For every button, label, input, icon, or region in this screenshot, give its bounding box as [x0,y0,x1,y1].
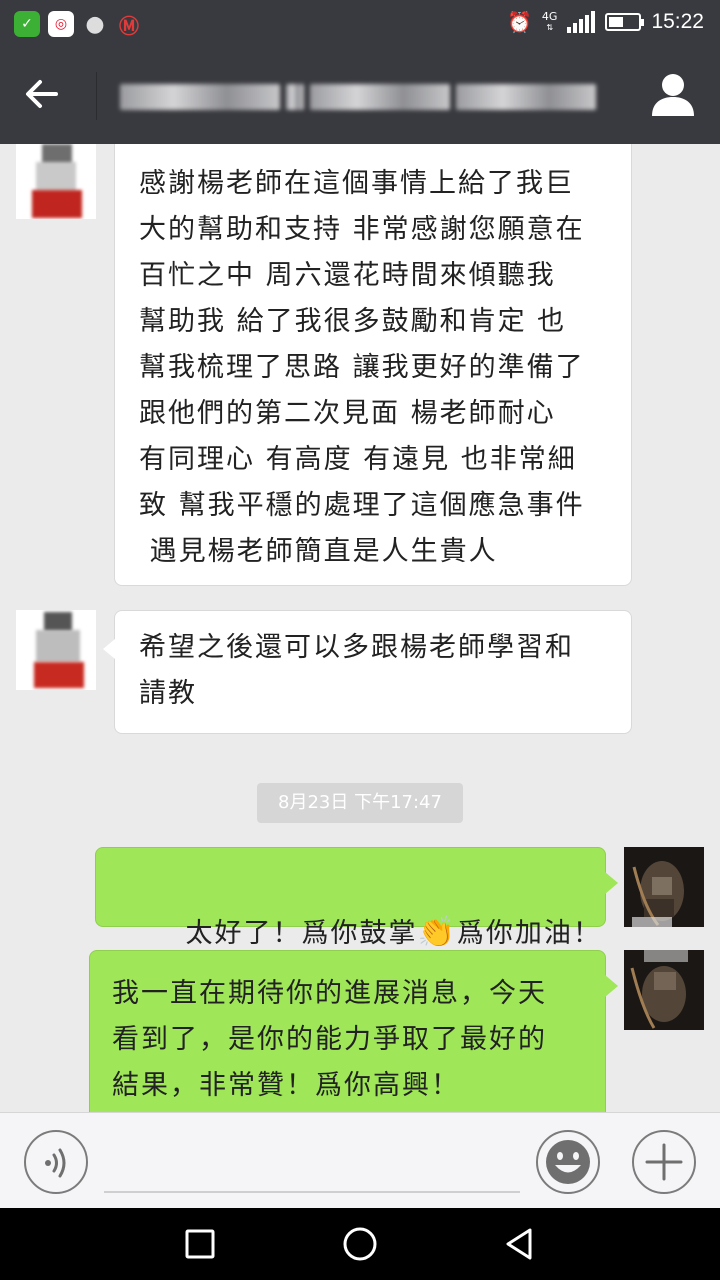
recents-button[interactable] [180,1224,220,1264]
message-text: 希望之後還可以多跟楊老師學習和 請教 [139,632,574,709]
recents-square-icon [185,1229,215,1259]
plus-icon [645,1143,683,1181]
status-indicators: ⏰ 4G ⇅ 15:22 [507,10,704,34]
clapping-hands-emoji: 👏 [417,915,457,950]
bank-app-icon: Ⓜ [119,13,139,38]
notification-icons: ✓ ◎ ● Ⓜ [14,11,142,38]
voice-input-icon [45,1148,66,1178]
status-bar: ✓ ◎ ● Ⓜ ⏰ 4G ⇅ 15:22 [0,0,720,48]
system-navigation-bar [0,1208,720,1280]
message-bubble-incoming[interactable]: 希望之後還可以多跟楊老師學習和 請教 [103,610,632,734]
battery-icon [605,13,645,31]
my-avatar[interactable] [624,950,704,1030]
wechat-app-icon: ✓ [14,11,40,37]
voice-input-button[interactable] [24,1130,88,1194]
network-type-label: 4G [541,10,558,23]
contact-profile-icon [652,74,694,116]
message-text-part: 太好了！爲你鼓掌 [185,918,418,949]
message-app-icon: ● [85,11,105,37]
alarm-icon: ⏰ [507,10,532,34]
home-circle-icon [343,1227,377,1261]
message-bubble-incoming[interactable]: 感謝楊老師在這個事情上給了我巨 大的幫助和支持 非常感謝您願意在 百忙之中 周六… [114,144,632,586]
clock: 15:22 [651,10,704,33]
contact-info-button[interactable] [648,70,698,120]
message-bubble-outgoing[interactable]: 我一直在期待你的進展消息，今天 看到了，是你的能力爭取了最好的 結果，非常贊！爲… [89,950,618,1112]
chat-title-redacted [120,84,610,110]
chat-messages[interactable]: 感謝楊老師在這個事情上給了我巨 大的幫助和支持 非常感謝您願意在 百忙之中 周六… [0,144,720,1112]
message-text: 我一直在期待你的進展消息，今天 看到了，是你的能力爭取了最好的 結果，非常贊！爲… [112,978,547,1101]
emoji-icon [546,1140,590,1184]
contact-avatar[interactable] [16,610,96,690]
back-button[interactable] [22,74,76,118]
message-input[interactable] [104,1191,520,1193]
signal-strength-icon [567,11,596,33]
message-bubble-outgoing[interactable]: 太好了！爲你鼓掌👏爲你加油！ [95,847,618,950]
back-triangle-icon [506,1228,532,1260]
message-text: 感謝楊老師在這個事情上給了我巨 大的幫助和支持 非常感謝您願意在 百忙之中 周六… [139,168,585,567]
message-timestamp: 8月23日 下午17:47 [257,783,463,823]
home-button[interactable] [340,1224,380,1264]
header-divider [96,72,97,120]
back-nav-button[interactable] [500,1224,540,1264]
network-type-icon: 4G ⇅ [541,10,558,32]
contact-avatar[interactable] [16,144,96,219]
more-options-button[interactable] [632,1130,696,1194]
input-bar [0,1112,720,1208]
avatar-image [624,950,704,1030]
avatar-image [624,847,704,927]
emoji-button[interactable] [536,1130,600,1194]
message-text-part: 爲你加油！ [456,918,602,949]
chat-header [0,48,720,144]
back-arrow-icon [26,80,58,108]
my-avatar[interactable] [624,847,704,927]
weibo-app-icon: ◎ [48,11,74,37]
